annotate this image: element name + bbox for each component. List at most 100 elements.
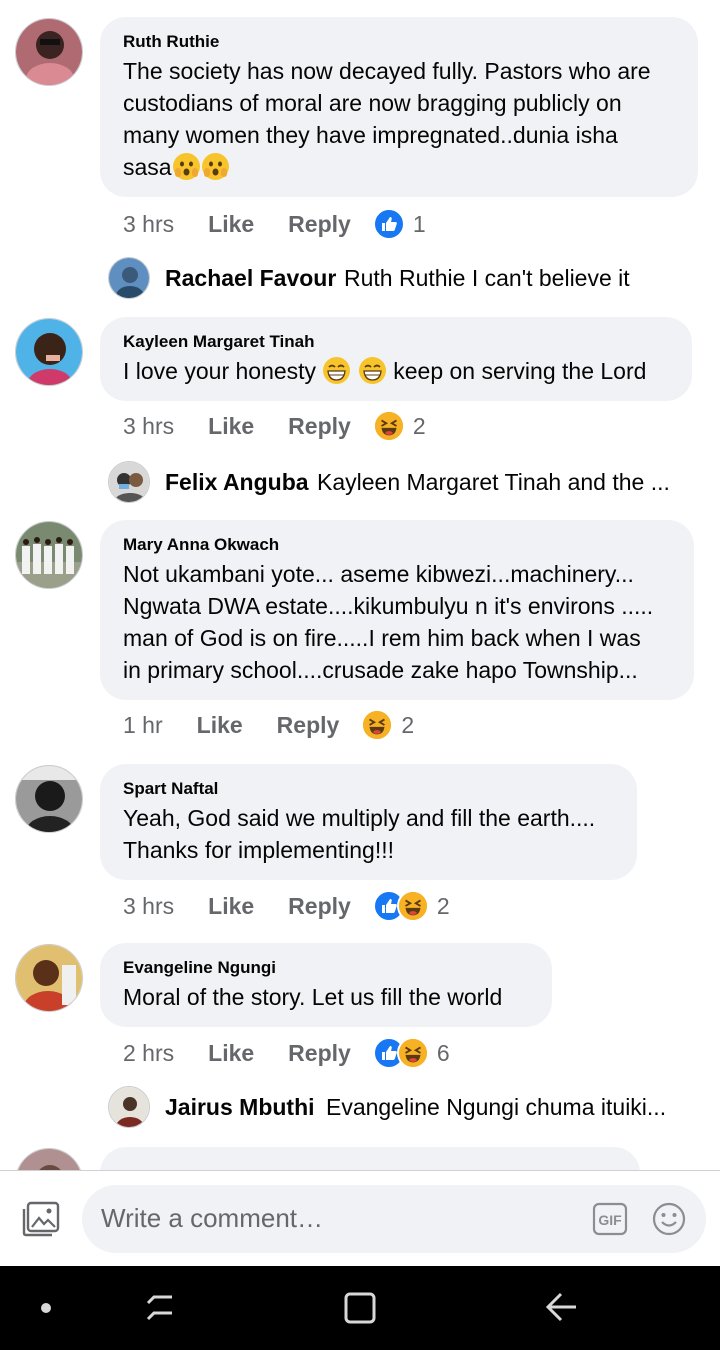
- comment-meta: 2 hrs Like Reply 6: [123, 1037, 450, 1069]
- avatar[interactable]: [15, 765, 83, 833]
- smiley-icon[interactable]: [651, 1201, 687, 1237]
- reply-preview[interactable]: Rachael Favour Ruth Ruthie I can't belie…: [0, 257, 720, 303]
- comment-line-last: sasa: [123, 151, 678, 183]
- grinning-face-emoji-icon: [323, 357, 351, 384]
- reaction-count: 2: [401, 711, 415, 738]
- like-button[interactable]: Like: [208, 893, 254, 920]
- reactions-summary[interactable]: 2: [372, 890, 450, 922]
- avatar[interactable]: [108, 461, 150, 503]
- comment-line: sasa: [123, 154, 172, 180]
- comment-meta: 1 hr Like Reply 2: [123, 709, 414, 741]
- comment-input-placeholder: Write a comment…: [101, 1203, 324, 1233]
- comment-time[interactable]: 3 hrs: [123, 893, 174, 920]
- reply-button[interactable]: Reply: [277, 712, 340, 739]
- system-navigation-bar: [0, 1266, 720, 1350]
- reaction-count: 1: [412, 210, 426, 237]
- reaction-count: 2: [436, 892, 450, 919]
- avatar[interactable]: [15, 1148, 83, 1170]
- reactions-summary[interactable]: 2: [361, 709, 414, 741]
- like-button[interactable]: Like: [208, 1040, 254, 1067]
- comment-bubble[interactable]: [100, 1147, 640, 1170]
- shocked-face-emoji-icon: [172, 153, 200, 180]
- reaction-count: 2: [412, 412, 426, 439]
- like-reaction-icon: [372, 208, 405, 240]
- avatar[interactable]: [15, 521, 83, 589]
- home-icon[interactable]: [343, 1291, 377, 1330]
- comment-meta: 3 hrs Like Reply 2: [123, 410, 426, 442]
- reaction-count: 6: [436, 1039, 450, 1066]
- comment-time[interactable]: 3 hrs: [123, 211, 174, 238]
- reply-text: Kayleen Margaret Tinah and the ...: [317, 469, 670, 495]
- comment-bubble[interactable]: Spart Naftal Yeah, God said we multiply …: [100, 764, 637, 880]
- haha-reaction-icon: [372, 410, 405, 442]
- grinning-face-emoji-icon: [358, 357, 386, 384]
- reply-button[interactable]: Reply: [288, 893, 351, 920]
- comment-author[interactable]: Mary Anna Okwach: [123, 534, 674, 556]
- reply-author[interactable]: Felix Anguba: [165, 469, 309, 496]
- comment-author[interactable]: Ruth Ruthie: [123, 31, 678, 53]
- comment-line: Not ukambani yote... aseme kibwezi...mac…: [123, 561, 634, 587]
- shocked-face-emoji-icon: [201, 153, 229, 180]
- reply-button[interactable]: Reply: [288, 413, 351, 440]
- photo-icon[interactable]: [22, 1201, 60, 1237]
- haha-reaction-icon: [361, 709, 394, 741]
- svg-text:GIF: GIF: [598, 1212, 622, 1228]
- comment-text: Not ukambani yote... aseme kibwezi...mac…: [123, 558, 674, 686]
- reply-button[interactable]: Reply: [288, 211, 351, 238]
- comment-line: The society has now decayed fully. Pasto…: [123, 58, 651, 84]
- comment-text: The society has now decayed fully. Pasto…: [123, 55, 678, 183]
- comment-text: Moral of the story. Let us fill the worl…: [123, 981, 532, 1013]
- reply-text: Ruth Ruthie I can't believe it: [344, 265, 630, 291]
- comment-meta: 3 hrs Like Reply 1: [123, 208, 426, 240]
- reactions-summary[interactable]: 2: [372, 410, 426, 442]
- comment-line: Ngwata DWA estate....kikumbulyu n it's e…: [123, 593, 654, 619]
- reply-text: Evangeline Ngungi chuma ituiki...: [326, 1094, 667, 1120]
- avatar[interactable]: [108, 1086, 150, 1128]
- comment-time[interactable]: 3 hrs: [123, 413, 174, 440]
- comment-time[interactable]: 1 hr: [123, 712, 163, 739]
- avatar[interactable]: [15, 18, 83, 86]
- comment-author[interactable]: Evangeline Ngungi: [123, 957, 532, 979]
- reply-author[interactable]: Jairus Mbuthi: [165, 1094, 315, 1121]
- like-button[interactable]: Like: [197, 712, 243, 739]
- comment-bubble[interactable]: Mary Anna Okwach Not ukambani yote... as…: [100, 520, 694, 700]
- haha-reaction-icon: [396, 1037, 429, 1069]
- comment-author[interactable]: Kayleen Margaret Tinah: [123, 331, 672, 353]
- reply-author[interactable]: Rachael Favour: [165, 265, 336, 292]
- comment-line: Yeah, God said we multiply and fill the …: [123, 805, 596, 831]
- avatar[interactable]: [15, 318, 83, 386]
- reply-preview[interactable]: Felix Anguba Kayleen Margaret Tinah and …: [0, 461, 720, 507]
- reactions-summary[interactable]: 1: [372, 208, 426, 240]
- comment-input[interactable]: Write a comment… GIF: [82, 1185, 706, 1253]
- comment-bubble[interactable]: Evangeline Ngungi Moral of the story. Le…: [100, 943, 552, 1027]
- comment-line: custodians of moral are now bragging pub…: [123, 90, 622, 116]
- reactions-summary[interactable]: 6: [372, 1037, 450, 1069]
- comment-author[interactable]: Spart Naftal: [123, 778, 617, 800]
- comments-feed: Ruth Ruthie The society has now decayed …: [0, 0, 720, 1170]
- haha-reaction-icon: [396, 890, 429, 922]
- comment-meta: 3 hrs Like Reply 2: [123, 890, 450, 922]
- recent-apps-icon[interactable]: [144, 1291, 176, 1328]
- comment-text: I love your honesty keep on serving the …: [123, 355, 672, 387]
- comment-line: many women they have impregnated..dunia …: [123, 122, 618, 148]
- comment-time[interactable]: 2 hrs: [123, 1040, 174, 1067]
- avatar[interactable]: [15, 944, 83, 1012]
- comment-line: Moral of the story. Let us fill the worl…: [123, 984, 503, 1010]
- gif-icon[interactable]: GIF: [592, 1202, 628, 1236]
- reply-button[interactable]: Reply: [288, 1040, 351, 1067]
- comment-line: man of God is on fire.....I rem him back…: [123, 625, 641, 651]
- avatar[interactable]: [108, 257, 150, 299]
- reply-preview[interactable]: Jairus Mbuthi Evangeline Ngungi chuma it…: [0, 1086, 720, 1132]
- back-icon[interactable]: [545, 1290, 579, 1329]
- like-button[interactable]: Like: [208, 413, 254, 440]
- dot-icon[interactable]: [40, 1301, 52, 1319]
- like-button[interactable]: Like: [208, 211, 254, 238]
- comment-line: Thanks for implementing!!!: [123, 837, 395, 863]
- comment-text-part: keep on serving the Lord: [393, 358, 647, 384]
- comment-text-part: I love your honesty: [123, 358, 317, 384]
- comment-text: Yeah, God said we multiply and fill the …: [123, 802, 617, 866]
- comment-bubble[interactable]: Ruth Ruthie The society has now decayed …: [100, 17, 698, 197]
- comment-line: in primary school....crusade zake hapo T…: [123, 657, 638, 683]
- comment-bubble[interactable]: Kayleen Margaret Tinah I love your hones…: [100, 317, 692, 401]
- comment-composer: Write a comment… GIF: [0, 1170, 720, 1266]
